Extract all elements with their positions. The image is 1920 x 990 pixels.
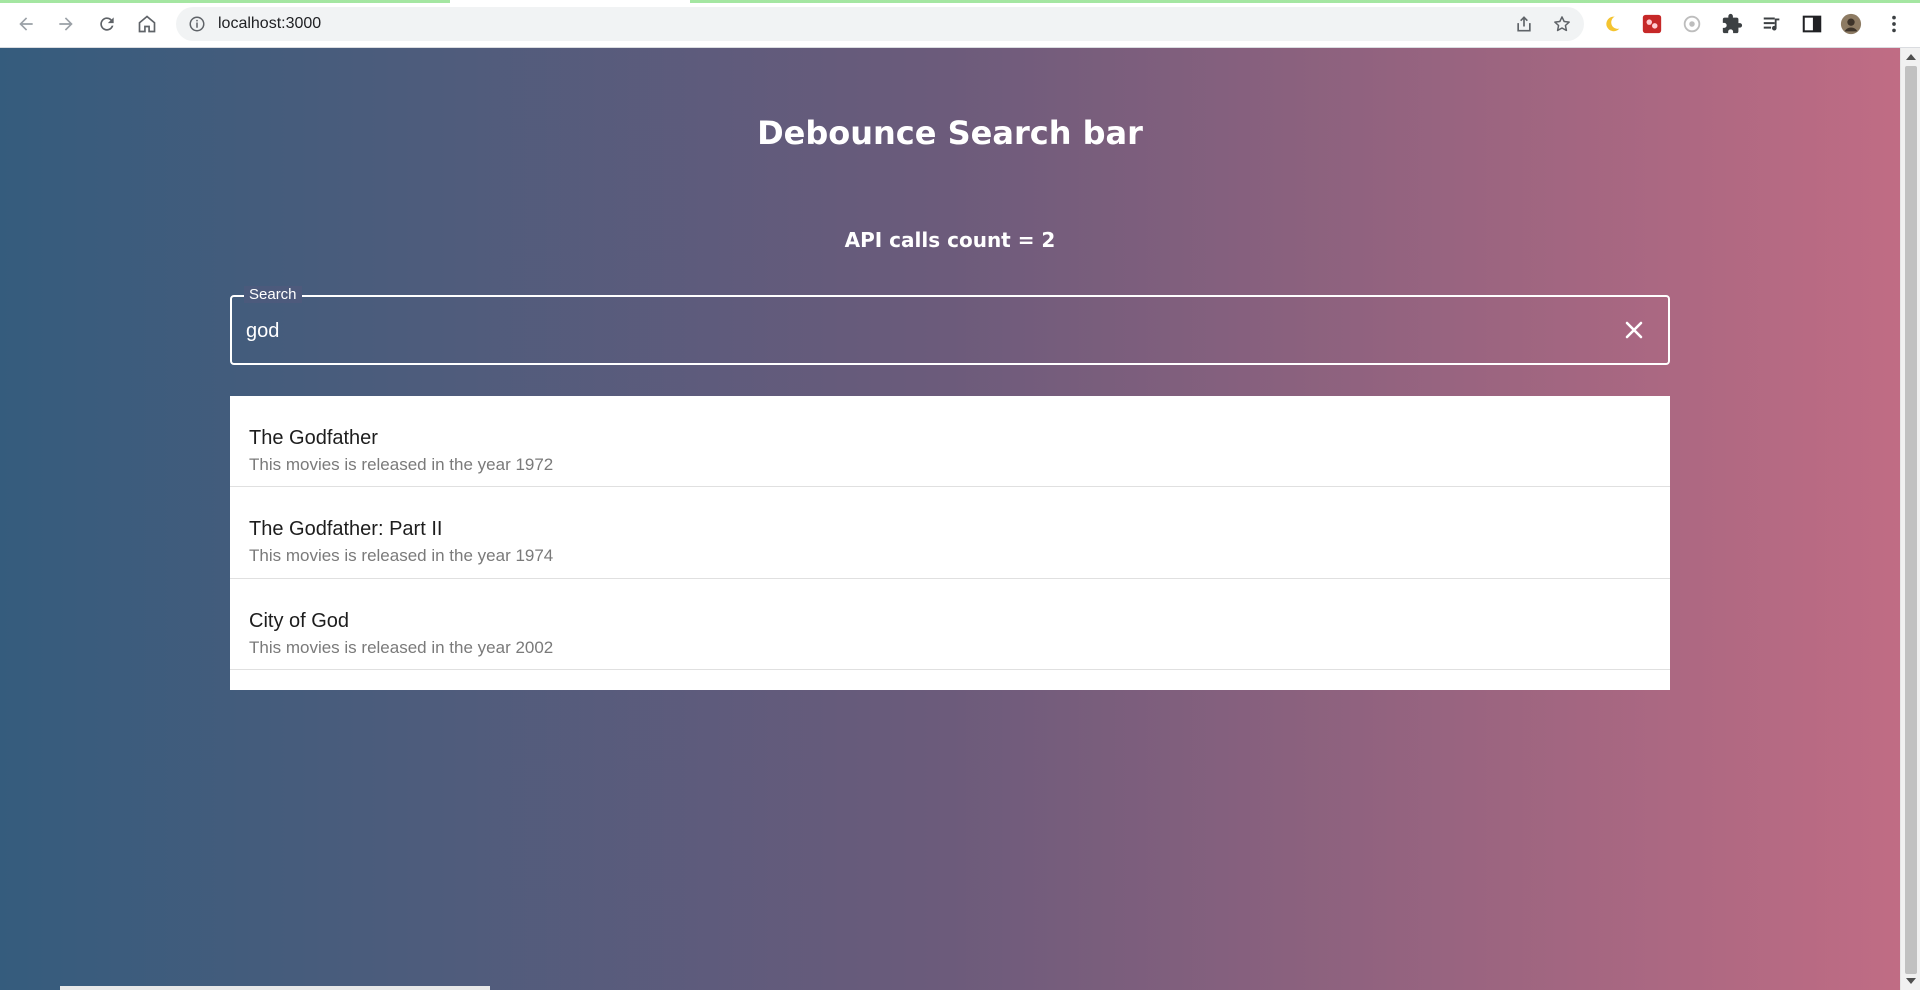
result-subtitle: This movies is released in the year 1974 [249,546,554,565]
back-arrow-icon [19,17,33,31]
puzzle-icon [1722,13,1743,34]
game-extension-icon [1642,14,1662,34]
profile-avatar [1840,13,1862,35]
star-icon[interactable] [1552,14,1572,34]
page-load-indicator [0,0,1920,3]
app-background: Debounce Search bar API calls count = 2 … [0,48,1900,990]
search-field-label: Search [244,286,302,303]
side-panel-button[interactable] [1800,12,1824,36]
info-icon[interactable] [188,15,206,33]
scroll-up-arrow-icon[interactable] [1906,54,1916,60]
search-field[interactable]: Search [230,286,1670,365]
page-title: Debounce Search bar [757,114,1143,152]
search-results-list: The Godfather This movies is released in… [230,396,1670,690]
search-input[interactable] [246,315,1566,347]
home-button[interactable] [131,8,163,40]
scroll-down-arrow-icon[interactable] [1906,978,1916,984]
reload-button[interactable] [91,8,123,40]
result-subtitle: This movies is released in the year 2002 [249,638,554,657]
reload-icon [100,17,114,31]
media-queue-button[interactable] [1760,12,1784,36]
scrollbar-thumb[interactable] [1905,66,1917,974]
api-calls-count: API calls count = 2 [844,228,1056,252]
forward-arrow-icon [59,17,73,31]
horizontal-scroll-indicator [60,986,490,990]
media-queue-icon [1763,17,1780,31]
url-text[interactable]: localhost:3000 [218,15,321,33]
result-item-the-godfather[interactable]: The Godfather This movies is released in… [230,396,1670,487]
browser-toolbar: localhost:3000 [0,0,1920,48]
result-item-the-godfather-part-ii[interactable]: The Godfather: Part II This movies is re… [230,488,1670,579]
result-subtitle: This movies is released in the year 1972 [249,455,554,474]
kebab-menu-icon [1892,15,1896,33]
vertical-scrollbar[interactable] [1900,48,1920,990]
result-item-city-of-god[interactable]: City of God This movies is released in t… [230,579,1670,670]
result-title: The Godfather: Part II [249,518,443,540]
address-bar[interactable]: localhost:3000 [176,7,1584,41]
result-title: The Godfather [249,427,378,449]
moon-icon [1606,16,1620,32]
extensions-button[interactable] [1720,12,1744,36]
moon-extension-button[interactable] [1600,12,1624,36]
side-panel-icon [1802,15,1822,33]
game-extension-button[interactable] [1640,12,1664,36]
profile-button[interactable] [1839,12,1863,36]
circle-extension-button[interactable] [1680,12,1704,36]
forward-button[interactable] [50,8,82,40]
browser-menu-button[interactable] [1882,12,1906,36]
share-icon[interactable] [1514,14,1534,34]
circle-extension-icon [1683,15,1701,33]
close-icon[interactable] [1622,318,1646,342]
home-icon [138,15,156,33]
result-title: City of God [249,610,350,632]
back-button[interactable] [10,8,42,40]
